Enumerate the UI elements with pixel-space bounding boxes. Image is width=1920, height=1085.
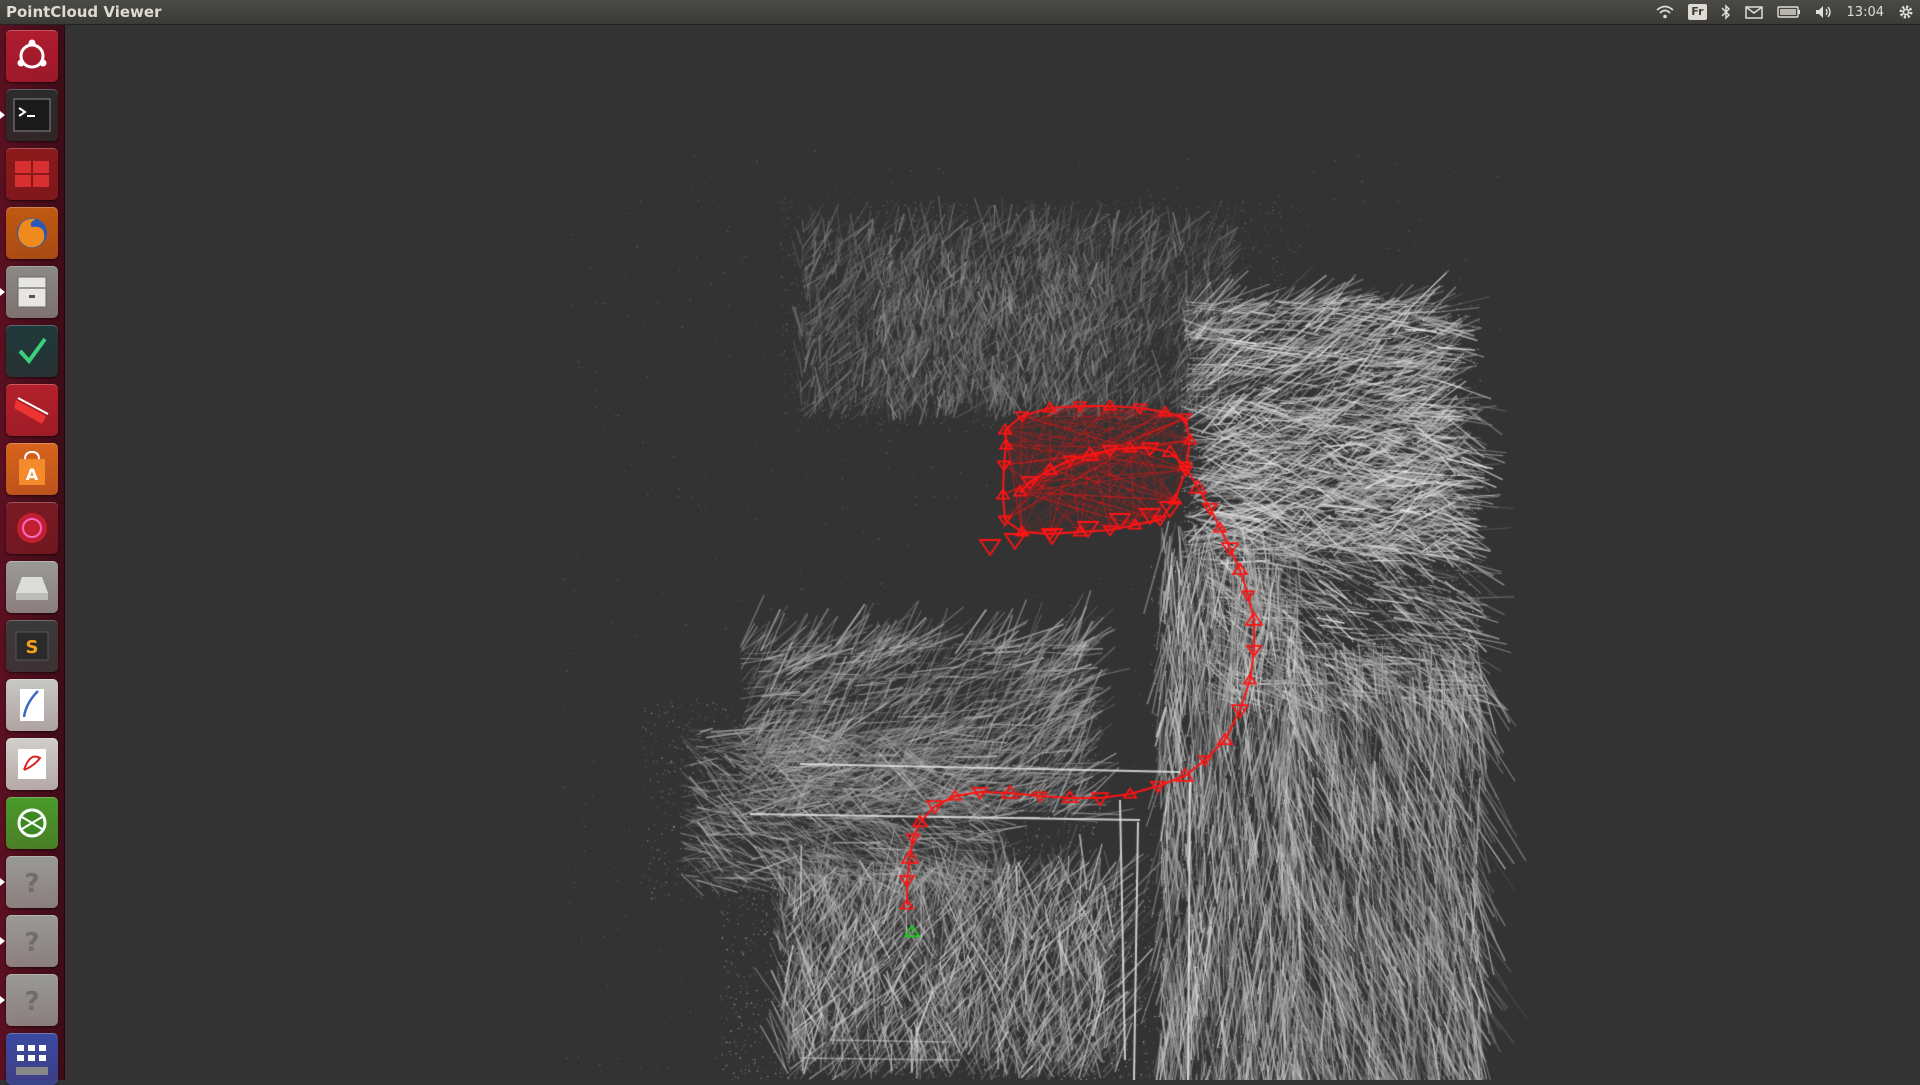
running-indicator [0, 878, 5, 886]
top-panel: PointCloud Viewer Fr 13:04 [0, 0, 1920, 24]
grid-icon [16, 1045, 48, 1075]
svg-text:?: ? [24, 928, 39, 958]
shopping-bag-icon: A [19, 450, 45, 485]
launcher-app-green-globe[interactable] [6, 797, 58, 849]
launcher-unknown-app-1[interactable]: ? [6, 856, 58, 908]
launcher-app-red-circle[interactable] [6, 502, 58, 554]
document-pen-icon [20, 689, 44, 721]
red-circle-icon [17, 513, 47, 543]
launcher-dash-home[interactable] [6, 30, 58, 82]
launcher-unknown-app-3[interactable]: ? [6, 974, 58, 1026]
launcher-firefox[interactable] [6, 207, 58, 259]
running-indicator [0, 111, 5, 119]
ubuntu-logo-icon [17, 39, 47, 69]
launcher-app-green-check[interactable] [6, 325, 58, 377]
battery-icon[interactable] [1776, 0, 1801, 24]
question-icon: ? [24, 987, 39, 1017]
file-cabinet-icon [17, 276, 47, 308]
svg-text:S: S [26, 637, 39, 658]
launcher-terminal[interactable] [6, 89, 58, 141]
pointcloud-canvas[interactable] [65, 24, 1920, 1080]
drive-icon [16, 577, 48, 600]
sublime-icon: S [15, 631, 49, 661]
pointcloud-viewport[interactable] [65, 24, 1920, 1080]
launcher-disk[interactable] [6, 561, 58, 613]
window-title: PointCloud Viewer [6, 3, 162, 21]
svg-text:?: ? [24, 869, 39, 899]
svg-text:?: ? [24, 987, 39, 1017]
question-icon: ? [24, 928, 39, 958]
launcher-files[interactable] [6, 266, 58, 318]
launcher-software-center[interactable]: A [6, 443, 58, 495]
launcher-sublime-text[interactable]: S [6, 620, 58, 672]
launcher: A S??? [0, 24, 65, 1085]
mail-icon[interactable] [1744, 0, 1763, 24]
launcher-app-document[interactable] [6, 738, 58, 790]
running-indicator [0, 996, 5, 1004]
keyboard-layout-indicator[interactable]: Fr [1688, 0, 1707, 24]
indicator-area: Fr 13:04 [1656, 0, 1914, 24]
launcher-workspace-grid[interactable] [6, 1033, 58, 1085]
green-globe-icon [17, 808, 47, 838]
terminal-icon [13, 98, 51, 132]
red-book-icon [14, 397, 49, 424]
launcher-workspace-switcher[interactable] [6, 148, 58, 200]
launcher-unknown-app-2[interactable]: ? [6, 915, 58, 967]
question-icon: ? [24, 869, 39, 899]
workspaces-icon [15, 161, 49, 187]
volume-icon[interactable] [1815, 0, 1833, 24]
launcher-text-editor[interactable] [6, 679, 58, 731]
running-indicator [0, 937, 5, 945]
wifi-icon[interactable] [1656, 0, 1674, 24]
launcher-app-red-book[interactable] [6, 384, 58, 436]
keyboard-layout-label: Fr [1688, 4, 1707, 20]
check-leaf-icon [18, 337, 47, 365]
bluetooth-icon[interactable] [1721, 0, 1731, 24]
running-indicator [0, 288, 5, 296]
document-red-icon [18, 749, 46, 779]
svg-text:A: A [26, 465, 39, 484]
firefox-icon [17, 218, 47, 248]
clock[interactable]: 13:04 [1847, 0, 1884, 24]
session-gear-icon[interactable] [1898, 0, 1914, 24]
